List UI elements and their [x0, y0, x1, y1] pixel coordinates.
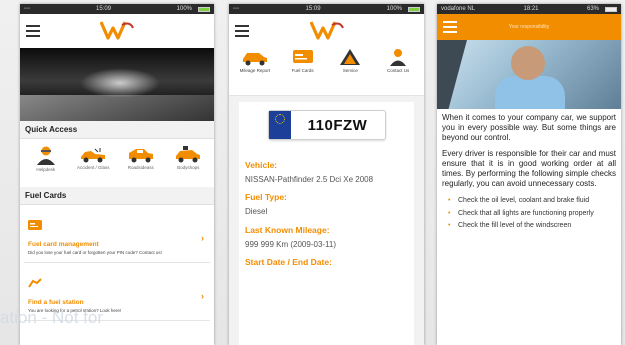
- vehicle-top-menu: Mileage Report Fuel Cards Service Contac…: [229, 48, 424, 96]
- menu-label: Service: [342, 68, 358, 73]
- fuel-type-value: Diesel: [245, 207, 268, 217]
- accident-car-icon: [81, 148, 106, 163]
- quick-access-label: Helpdesk: [36, 167, 56, 172]
- chevron-right-icon: ›: [201, 233, 204, 243]
- app-header: [20, 14, 214, 48]
- mileage-car-icon: [242, 53, 267, 66]
- menu-service[interactable]: Service: [328, 48, 372, 95]
- fuel-type-label: Fuel Type:: [245, 192, 287, 203]
- menu-fuel-cards[interactable]: Fuel Cards: [281, 48, 325, 95]
- status-bar: vodafone NL 18:21 63%: [437, 4, 621, 14]
- quick-access-label: Roadsideass: [127, 165, 154, 170]
- mileage-value: 999 999 Km (2009-03-11): [245, 239, 337, 249]
- menu-contact-us[interactable]: Contact Us: [376, 48, 420, 95]
- quick-access-heading: Quick Access: [20, 121, 214, 139]
- service-warning-icon: [340, 49, 361, 65]
- find-fuel-station-desc: You are looking for a petrol station? Lo…: [28, 307, 122, 313]
- eu-flag-icon: [268, 111, 291, 139]
- list-item: Check the fill level of the windscreen: [448, 220, 616, 233]
- date-range-label: Start Date / End Date:: [245, 257, 332, 268]
- quick-access-accident[interactable]: Accident / Glass: [73, 145, 113, 183]
- status-bar: ◦◦◦ 15:09 100%: [229, 4, 424, 14]
- tow-truck-icon: [128, 149, 153, 163]
- fuel-card-management-title: Fuel card management: [28, 241, 99, 248]
- helpdesk-person-icon: [36, 146, 55, 165]
- article-text: When it comes to your company car, we su…: [437, 109, 621, 237]
- fuel-card-icon: [292, 50, 313, 63]
- mileage-label: Last Known Mileage:: [245, 224, 330, 235]
- menu-label: Mileage Report: [239, 68, 271, 73]
- vehicle-value: NISSAN-Pathfinder 2.5 Dci Xe 2008: [245, 175, 374, 184]
- status-time: 15:09: [96, 6, 112, 12]
- bodyshop-car-icon: [176, 146, 201, 163]
- screenshot-collage: ◦◦◦ 15:09 100% Quick Access Helpdesk Acc…: [0, 0, 625, 345]
- quick-access-roadside[interactable]: Roadsideass: [121, 145, 161, 183]
- fuel-card-management-item[interactable]: Fuel card management Did you lose your f…: [24, 209, 210, 263]
- hero-image-driver: [437, 40, 621, 109]
- checks-list: Check the oil level, coolant and brake f…: [442, 195, 616, 233]
- hamburger-menu-icon[interactable]: [235, 25, 249, 37]
- brand-logo-icon: [309, 21, 344, 40]
- hero-image-tunnel: [20, 48, 214, 121]
- battery-icon: [198, 6, 211, 12]
- phone-home-screen: ◦◦◦ 15:09 100% Quick Access Helpdesk Acc…: [20, 4, 214, 345]
- status-time: 15:09: [305, 6, 321, 12]
- menu-label: Fuel Cards: [291, 68, 314, 73]
- status-bar: ◦◦◦ 15:09 100%: [20, 4, 214, 14]
- article-header: Your responsibility: [437, 14, 621, 40]
- battery-percent: 100%: [386, 6, 403, 12]
- article-title: Your responsibility: [508, 24, 550, 30]
- quick-access-label: Bodyshops: [177, 165, 200, 170]
- fuel-card-icon: [28, 220, 42, 230]
- battery-percent: 63%: [586, 6, 599, 12]
- phone-article-screen: vodafone NL 18:21 63% Your responsibilit…: [437, 4, 621, 345]
- list-item: Check the oil level, coolant and brake f…: [448, 195, 616, 208]
- battery-icon: [605, 6, 617, 12]
- fuel-cards-heading: Fuel Cards: [20, 187, 214, 205]
- article-paragraph: When it comes to your company car, we su…: [442, 113, 616, 142]
- vehicle-label: Vehicle:: [245, 160, 278, 170]
- status-time: 18:21: [523, 6, 539, 12]
- brand-logo-icon: [100, 21, 134, 40]
- license-plate: 110FZW: [267, 110, 386, 140]
- license-plate-number: 110FZW: [307, 116, 368, 134]
- hamburger-menu-icon[interactable]: [26, 25, 40, 37]
- app-header: [229, 14, 424, 48]
- quick-access-helpdesk[interactable]: Helpdesk: [26, 145, 66, 183]
- quick-access-bodyshops[interactable]: Bodyshops: [168, 145, 208, 183]
- contact-person-icon: [390, 49, 407, 66]
- fuel-pump-icon: [28, 278, 42, 288]
- chevron-right-icon: ›: [201, 290, 204, 301]
- quick-access-label: Accident / Glass: [76, 165, 110, 170]
- quick-access-grid: Helpdesk Accident / Glass Roadsideass Bo…: [20, 139, 214, 187]
- vehicle-details-card: 110FZW Vehicle: NISSAN-Pathfinder 2.5 Dc…: [239, 102, 414, 345]
- battery-icon: [408, 6, 421, 12]
- phone-vehicle-screen: ◦◦◦ 15:09 100% Mileage Report Fuel Cards…: [229, 4, 424, 345]
- menu-mileage-report[interactable]: Mileage Report: [233, 48, 277, 95]
- fuel-card-management-desc: Did you lose your fuel card or forgotten…: [28, 250, 162, 255]
- vehicle-body: 110FZW Vehicle: NISSAN-Pathfinder 2.5 Dc…: [229, 96, 424, 345]
- list-item: Check that all lights are functioning pr…: [448, 208, 616, 221]
- carrier-name: vodafone NL: [441, 6, 476, 12]
- find-fuel-station-item[interactable]: Find a fuel station You are looking for …: [24, 267, 210, 321]
- wifi-icon: ◦◦◦: [24, 6, 31, 12]
- menu-label: Contact Us: [386, 68, 410, 73]
- wifi-icon: ◦◦◦: [233, 6, 240, 12]
- battery-percent: 100%: [176, 6, 193, 12]
- article-paragraph: Every driver is responsible for their ca…: [442, 149, 616, 188]
- find-fuel-station-title: Find a fuel station: [28, 298, 84, 306]
